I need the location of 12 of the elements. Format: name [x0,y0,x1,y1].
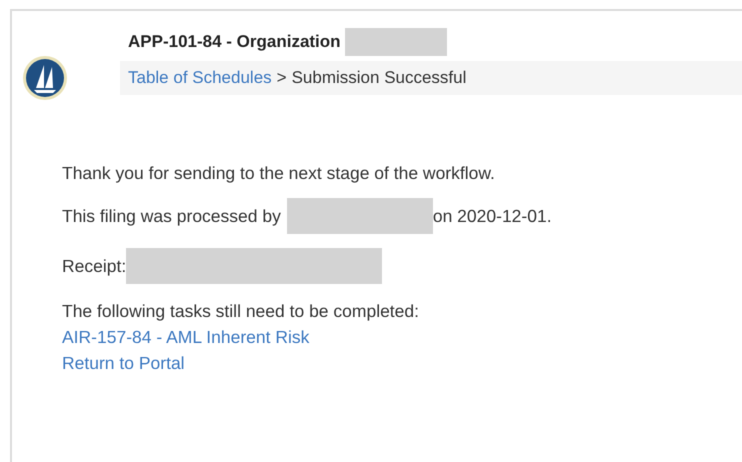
receipt-label: Receipt: [62,256,126,276]
task-link[interactable]: Return to Portal [62,350,185,376]
breadcrumb-current: Submission Successful [292,68,466,88]
task-link[interactable]: AIR-157-84 - AML Inherent Risk [62,324,310,350]
page-title: APP-101-84 - Organization [128,32,341,52]
sailing-ship-logo-icon [22,55,68,101]
message-text: Thank you for sending to the next stage of the workflow. [62,163,496,184]
processed-text: This filing was processed by [62,206,281,226]
tasks-label: The following tasks still need to be completed: [62,300,419,323]
breadcrumb-separator: > [276,68,287,88]
processed-date-text: on 2020-12-01. [432,206,552,226]
breadcrumb-link[interactable]: Table of Schedules [128,68,272,88]
